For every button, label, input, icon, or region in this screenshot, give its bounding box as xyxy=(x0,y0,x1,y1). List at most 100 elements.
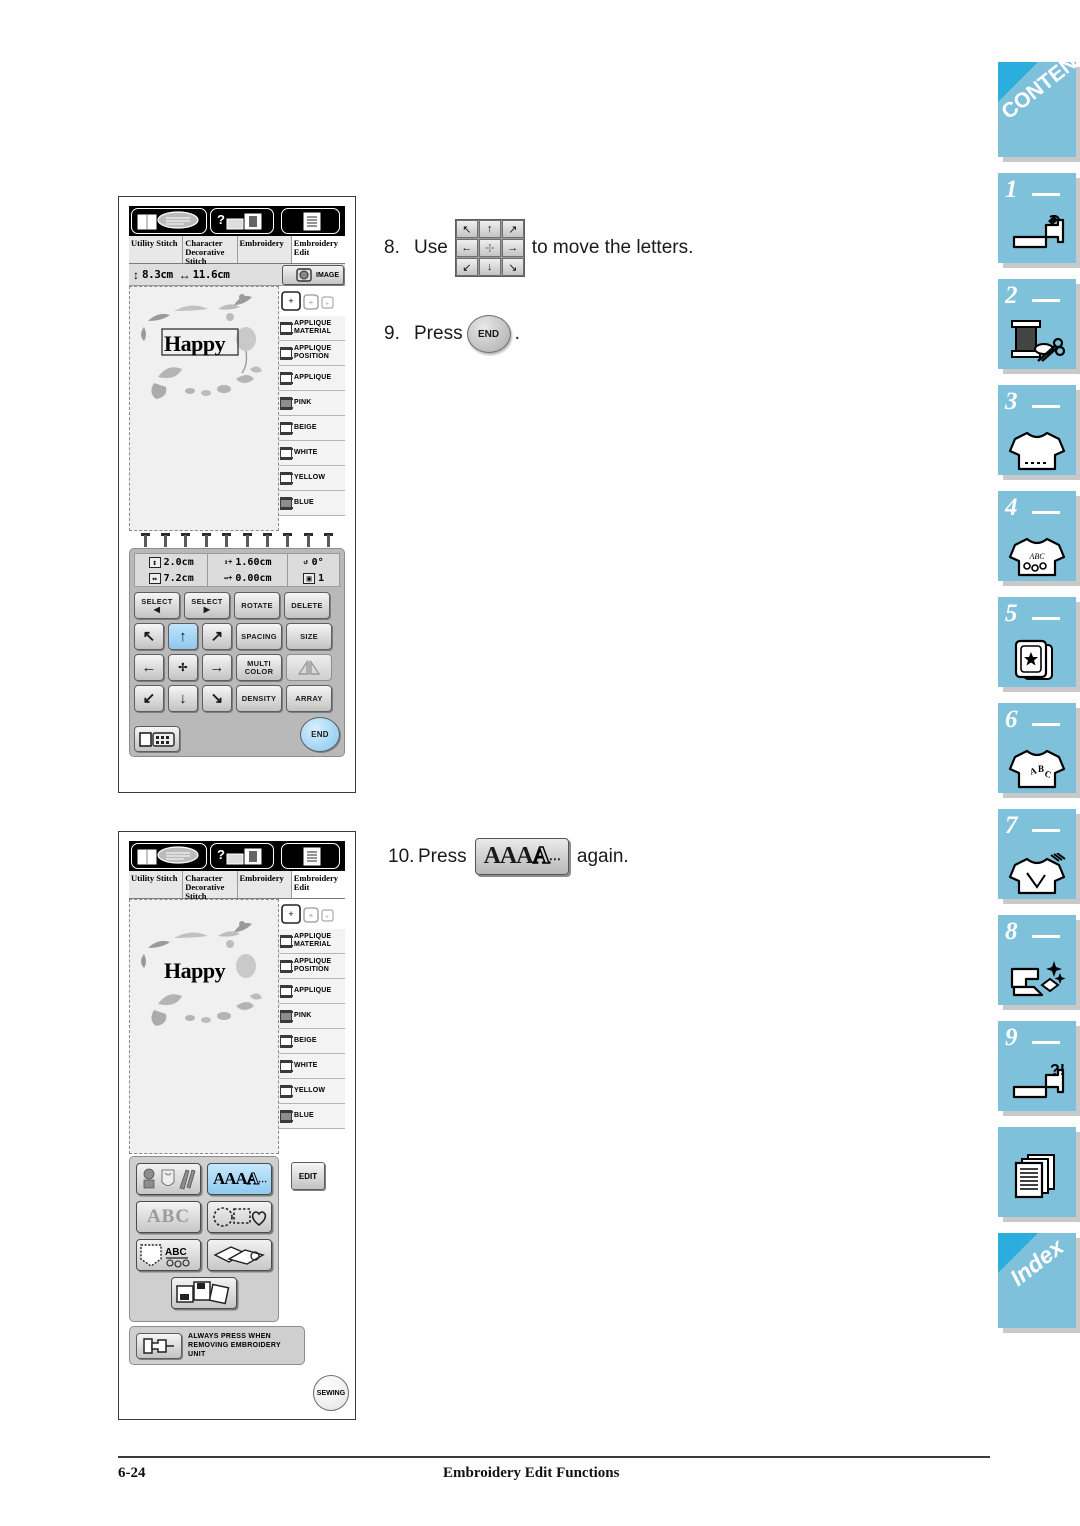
move-right-button[interactable]: → xyxy=(202,654,232,681)
move-down-left-button[interactable]: ↙ xyxy=(134,685,164,712)
color-list-item[interactable]: BLUE xyxy=(279,1104,345,1129)
troubleshoot-icon: ?! xyxy=(998,1063,1076,1107)
color-list-item[interactable]: APPLIQUE POSITION xyxy=(279,341,345,366)
save-memory-button[interactable] xyxy=(134,726,180,752)
screenshot-panel-edit: ? Utility Stitch Character Decorative St… xyxy=(118,196,356,793)
move-down-button[interactable]: ↓ xyxy=(168,685,198,712)
color-list-item[interactable]: APPLIQUE MATERIAL xyxy=(279,929,345,954)
sidebar-item-chapter-1[interactable]: 1 xyxy=(998,173,1076,263)
arrow-left-icon: ← xyxy=(455,239,478,257)
color-label: BEIGE xyxy=(294,424,317,431)
embroidery-patterns-button[interactable] xyxy=(136,1163,201,1195)
spacing-button[interactable]: SPACING xyxy=(236,623,282,650)
sidebar-item-index[interactable]: Index xyxy=(998,1233,1076,1328)
color-list-item[interactable]: APPLIQUE xyxy=(279,979,345,1004)
color-list-item[interactable]: APPLIQUE xyxy=(279,366,345,391)
arrow-right-icon: → xyxy=(501,239,524,257)
coil xyxy=(324,533,334,547)
select-next-button[interactable]: SELECT ▶ xyxy=(184,592,230,619)
color-list-item[interactable]: APPLIQUE POSITION xyxy=(279,954,345,979)
color-label: APPLIQUE xyxy=(294,374,332,381)
sidebar-item-chapter-9[interactable]: 9 ?! xyxy=(998,1021,1076,1111)
tab-embroidery-edit[interactable]: Embroidery Edit xyxy=(291,871,345,898)
delete-button[interactable]: DELETE xyxy=(284,592,330,619)
step-9: 9. Press END . xyxy=(384,315,520,353)
tab-embroidery[interactable]: Embroidery xyxy=(237,236,292,263)
svg-text:+: + xyxy=(309,298,314,307)
tab-character-decorative-stitch[interactable]: Character Decorative Stitch xyxy=(183,871,238,901)
coil xyxy=(161,533,171,547)
color-list-item[interactable]: YELLOW xyxy=(279,1079,345,1104)
remove-embroidery-unit-button[interactable] xyxy=(136,1332,182,1359)
color-list: APPLIQUE MATERIAL APPLIQUE POSITION APPLIQUE… xyxy=(279,929,345,1129)
edit-button[interactable]: EDIT xyxy=(291,1162,325,1190)
sidebar-item-chapter-5[interactable]: 5 xyxy=(998,597,1076,687)
move-left-button[interactable]: ← xyxy=(134,654,164,681)
color-list-item[interactable]: WHITE xyxy=(279,1054,345,1079)
button-label: ROTATE xyxy=(241,600,273,610)
manual-icon[interactable] xyxy=(131,843,207,869)
color-list-item[interactable]: WHITE xyxy=(279,441,345,466)
sidebar-item-chapter-3[interactable]: 3 xyxy=(998,385,1076,475)
tab-character-decorative-stitch[interactable]: Character Decorative Stitch xyxy=(183,236,238,266)
help-icon[interactable]: ? xyxy=(210,843,274,869)
memory-card-button[interactable] xyxy=(171,1277,237,1309)
center-icon: ✢ xyxy=(178,661,188,674)
manual-icon[interactable] xyxy=(131,208,207,234)
color-list-item[interactable]: BEIGE xyxy=(279,416,345,441)
sidebar-item-contents[interactable]: CONTENTS xyxy=(997,35,1080,157)
width-arrow-icon: ↔ xyxy=(178,267,191,282)
move-up-right-button[interactable]: ↗ xyxy=(202,623,232,650)
hoop-size-selector[interactable]: + + + xyxy=(279,899,345,929)
monogram-button[interactable]: ABC xyxy=(136,1201,201,1233)
size-button[interactable]: SIZE xyxy=(286,623,332,650)
lettering-button[interactable]: AAA A ⋯ xyxy=(207,1163,272,1195)
tab-utility-stitch[interactable]: Utility Stitch xyxy=(129,236,184,263)
settings-icon[interactable] xyxy=(281,208,340,234)
design-canvas[interactable]: Happy xyxy=(129,899,279,1154)
tab-embroidery[interactable]: Embroidery xyxy=(237,871,292,898)
color-list-item[interactable]: PINK xyxy=(279,391,345,416)
select-prev-button[interactable]: SELECT ◀ xyxy=(134,592,180,619)
color-list-item[interactable]: BEIGE xyxy=(279,1029,345,1054)
help-icon[interactable]: ? xyxy=(210,208,274,234)
tab-embroidery-edit[interactable]: Embroidery Edit xyxy=(291,236,345,263)
chapter-dash xyxy=(1032,1041,1060,1044)
sidebar-item-chapter-2[interactable]: 2 xyxy=(998,279,1076,369)
move-up-left-button[interactable]: ↖ xyxy=(134,623,164,650)
sidebar-item-chapter-7[interactable]: 7 xyxy=(998,809,1076,899)
move-down-right-button[interactable]: ↘ xyxy=(202,685,232,712)
pocket-lettering-button[interactable]: ABC xyxy=(136,1239,201,1271)
color-list-item[interactable]: BLUE xyxy=(279,491,345,516)
multi-color-button[interactable]: MULTI COLOR xyxy=(236,654,282,681)
color-list-item[interactable]: PINK xyxy=(279,1004,345,1029)
color-list-item[interactable]: YELLOW xyxy=(279,466,345,491)
move-center-button[interactable]: ✢ xyxy=(168,654,198,681)
frame-shapes-button[interactable] xyxy=(207,1201,272,1233)
chapter-dash xyxy=(1032,405,1060,408)
sidebar-item-chapter-8[interactable]: 8 xyxy=(998,915,1076,1005)
move-up-button[interactable]: ↑ xyxy=(168,623,198,650)
density-button[interactable]: DENSITY xyxy=(236,685,282,712)
image-button[interactable]: IMAGE xyxy=(282,265,344,285)
design-canvas[interactable]: Happy xyxy=(129,286,279,531)
chapter-dash xyxy=(1032,935,1060,938)
chapter-dash xyxy=(1032,617,1060,620)
function-area: AAA A ⋯ ABC ABC EDIT xyxy=(129,1154,345,1322)
sidebar-item-chapter-4[interactable]: 4 ABC xyxy=(998,491,1076,581)
rotate-button[interactable]: ROTATE xyxy=(234,592,280,619)
sewing-button[interactable]: SEWING xyxy=(313,1375,349,1411)
sidebar-item-chapter-6[interactable]: 6 A B C xyxy=(998,703,1076,793)
tab-utility-stitch[interactable]: Utility Stitch xyxy=(129,871,184,898)
page-title: Embroidery Edit Functions xyxy=(443,1465,620,1481)
settings-icon[interactable] xyxy=(281,843,340,869)
mirror-button[interactable] xyxy=(286,654,332,681)
end-button[interactable]: END xyxy=(300,717,340,752)
hoop-size-selector[interactable]: + + + xyxy=(279,286,345,316)
button-label: ARRAY xyxy=(295,693,323,703)
sidebar-item-appendix[interactable] xyxy=(998,1127,1076,1217)
saved-designs-button[interactable] xyxy=(207,1239,272,1271)
color-sequence-column: + + + APPLIQUE MATERIAL APPLIQUE POSITION AP… xyxy=(279,286,345,531)
color-list-item[interactable]: APPLIQUE MATERIAL xyxy=(279,316,345,341)
array-button[interactable]: ARRAY xyxy=(286,685,332,712)
